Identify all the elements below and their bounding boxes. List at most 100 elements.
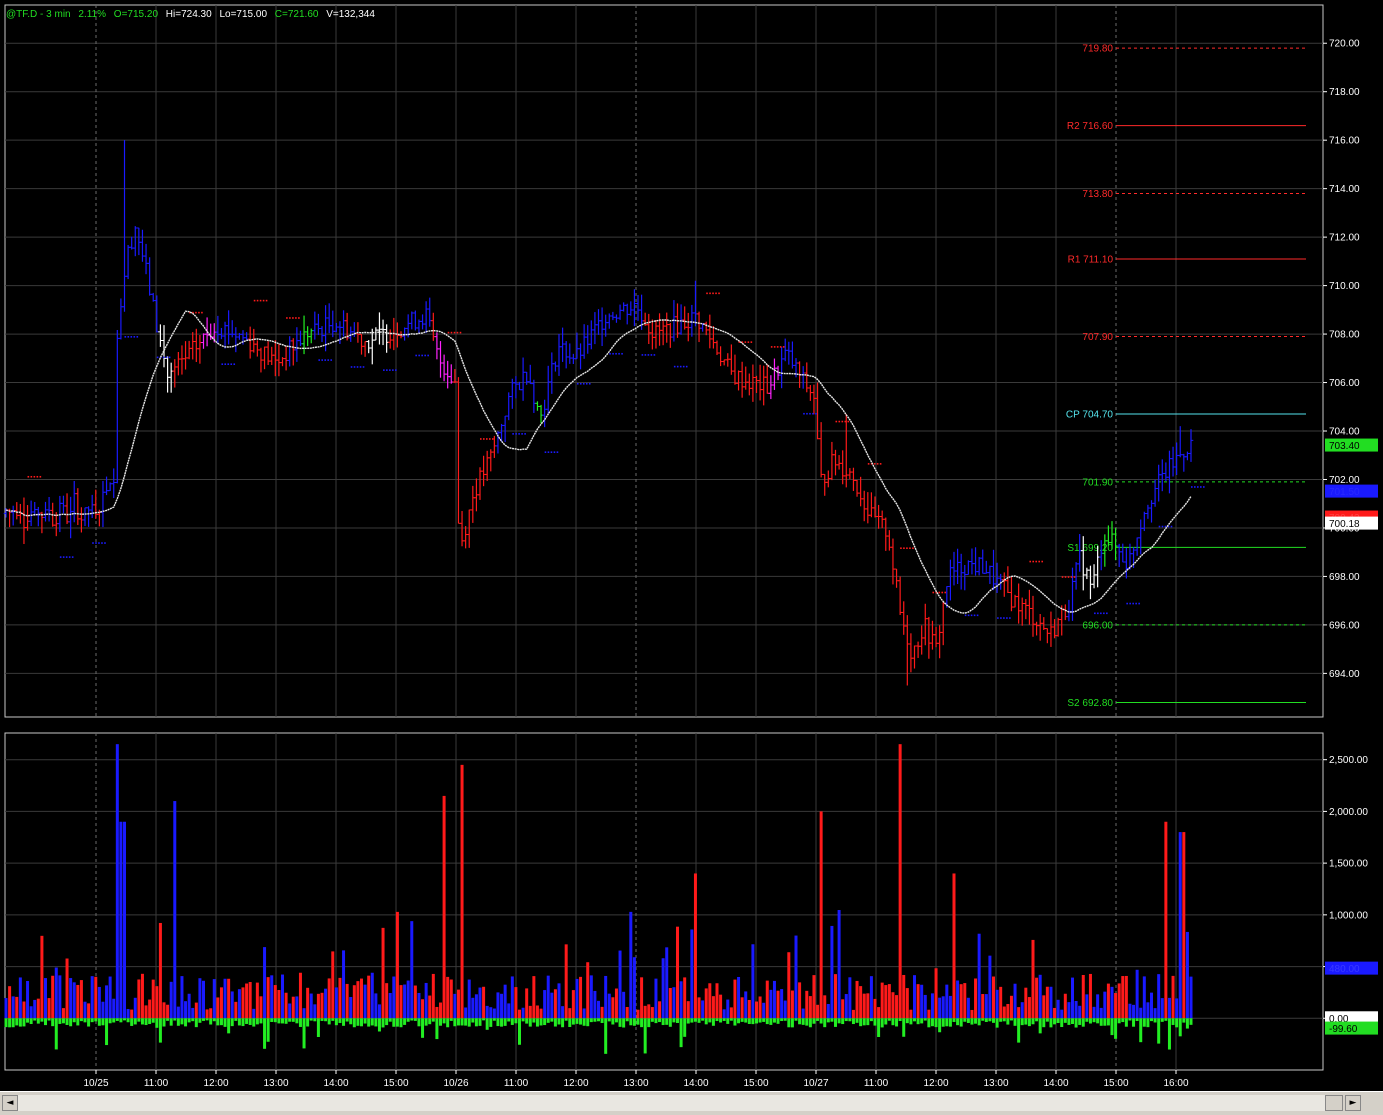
volume-bar: [97, 986, 101, 1019]
stop-marker-dot: [68, 556, 71, 558]
volume-negative-bar: [966, 1018, 970, 1024]
volume-bar: [413, 985, 417, 1019]
stop-marker-dot: [553, 451, 556, 453]
volume-bar: [395, 911, 399, 1019]
volume-negative-bar: [202, 1018, 205, 1021]
volume-negative-bar: [1088, 1018, 1092, 1024]
stop-marker-dot: [612, 352, 614, 355]
volume-bar: [482, 986, 486, 1019]
volume-bar: [790, 990, 794, 1019]
stop-marker-dot: [480, 438, 482, 440]
price-tick-label: 714.00: [1329, 184, 1360, 195]
volume-bar: [855, 980, 859, 1019]
volume-negative-bar: [51, 1018, 55, 1027]
stop-marker-dot: [970, 614, 973, 617]
horizontal-scrollbar[interactable]: ◄ ►: [0, 1091, 1383, 1115]
volume-negative-bar: [90, 1018, 94, 1023]
volume-bar: [553, 989, 557, 1019]
stop-marker-dot: [1103, 612, 1105, 615]
volume-negative-bar: [392, 1018, 396, 1027]
stop-marker-dot: [321, 359, 324, 361]
time-tick-label: 14:00: [683, 1078, 708, 1089]
volume-negative-bar: [988, 1018, 992, 1022]
volume-bar: [26, 981, 30, 1019]
volume-bar: [334, 987, 338, 1019]
stop-marker-dot: [33, 475, 36, 478]
volume-negative-bar: [715, 1018, 719, 1022]
volume-bar: [622, 991, 626, 1019]
scroll-thumb[interactable]: [1325, 1095, 1343, 1111]
volume-bar: [406, 980, 410, 1019]
volume-bar: [683, 977, 687, 1019]
volume-bar: [851, 1009, 855, 1019]
stop-marker-dot: [679, 365, 682, 368]
scroll-track[interactable]: [18, 1095, 1343, 1111]
volume-negative-bar: [245, 1018, 249, 1024]
stop-marker-dot: [847, 420, 850, 423]
volume-negative-bar: [140, 1018, 144, 1025]
volume-bar: [205, 1009, 209, 1019]
volume-bar: [726, 999, 730, 1019]
volume-bar: [571, 990, 575, 1019]
stop-marker-dot: [198, 311, 200, 314]
stop-marker-dot: [782, 346, 785, 348]
volume-negative-bar: [1081, 1018, 1085, 1027]
scroll-left-button[interactable]: ◄: [2, 1095, 18, 1111]
stop-marker-dot: [168, 356, 171, 359]
volume-negative-bar: [1017, 1018, 1021, 1043]
volume-bar: [697, 997, 701, 1019]
stop-marker-dot: [415, 354, 417, 357]
volume-bar: [367, 975, 371, 1019]
open-label: O=715.20: [113, 9, 159, 20]
volume-negative-bar: [1049, 1018, 1053, 1028]
volume-bar: [643, 1005, 647, 1019]
volume-bar: [582, 1008, 586, 1019]
volume-bar: [151, 979, 155, 1019]
volume-bar: [765, 980, 769, 1019]
volume-negative-bar: [166, 1018, 170, 1021]
volume-negative-bar: [920, 1018, 924, 1024]
volume-negative-bar: [123, 1018, 126, 1021]
volume-bar: [751, 944, 755, 1019]
volume-negative-bar: [1031, 1018, 1035, 1025]
volume-negative-bar: [44, 1018, 47, 1026]
stop-marker-dot: [330, 359, 333, 361]
volume-bar: [1060, 1009, 1064, 1019]
volume-negative-bar: [180, 1018, 184, 1025]
volume-negative-bar: [586, 1018, 590, 1027]
volume-negative-bar: [895, 1018, 899, 1027]
volume-negative-bar: [79, 1018, 83, 1022]
volume-negative-bar: [622, 1018, 626, 1028]
stop-marker-dot: [718, 292, 720, 295]
volume-bar: [1085, 994, 1089, 1019]
volume-negative-bar: [76, 1018, 80, 1026]
volume-bar: [302, 1008, 306, 1019]
volume-negative-bar: [514, 1018, 518, 1024]
stop-marker-dot: [156, 356, 159, 359]
stop-marker-dot: [447, 331, 450, 334]
stop-marker-dot: [776, 346, 779, 348]
stop-marker-dot: [997, 617, 999, 619]
volume-bar: [338, 977, 342, 1019]
volume-bar: [941, 996, 945, 1019]
volume-bar: [902, 974, 906, 1019]
volume-negative-bar: [216, 1018, 220, 1026]
time-tick-label: 11:00: [504, 1078, 529, 1089]
volume-negative-bar: [478, 1018, 482, 1026]
volume-negative-bar: [395, 1018, 399, 1027]
volume-bar: [1017, 1007, 1021, 1019]
volume-negative-bar: [948, 1018, 952, 1027]
volume-negative-bar: [755, 1018, 758, 1024]
scroll-right-button[interactable]: ►: [1345, 1095, 1361, 1111]
stop-marker-dot: [967, 614, 970, 617]
volume-negative-bar: [191, 1018, 195, 1022]
volume-bar: [474, 994, 478, 1019]
volume-negative-bar: [212, 1018, 216, 1022]
volume-negative-bar: [198, 1018, 202, 1023]
volume-bar: [273, 985, 277, 1019]
volume-bar: [1009, 995, 1013, 1019]
volume-bar: [140, 973, 144, 1019]
volume-negative-bar: [1178, 1018, 1182, 1037]
volume-bar: [715, 983, 719, 1019]
volume-bar: [295, 996, 299, 1019]
